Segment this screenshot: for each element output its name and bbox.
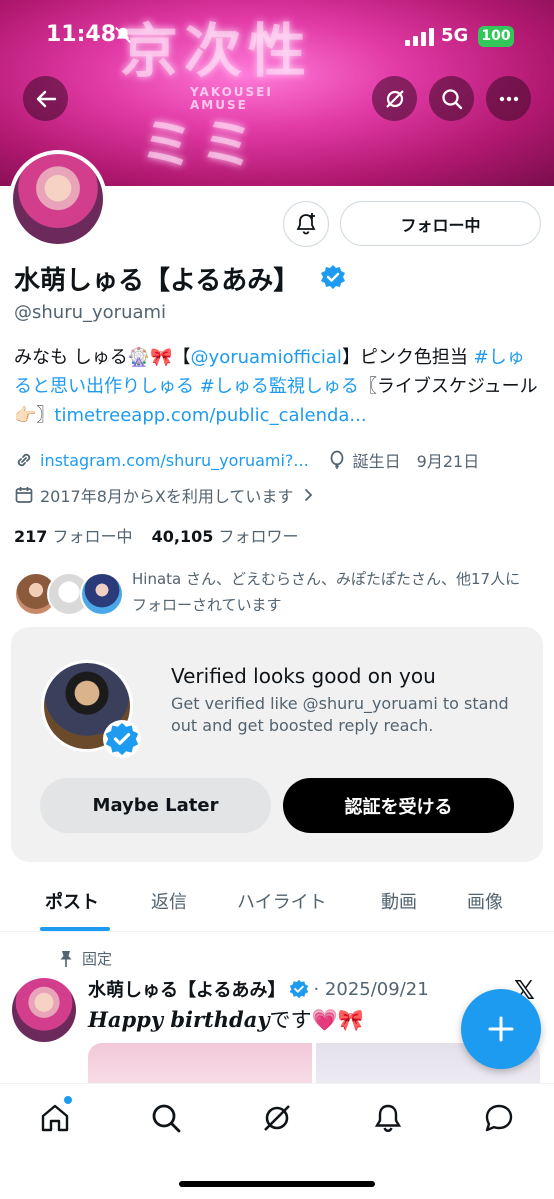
back-button[interactable] [23,76,68,121]
tweet-date: · 2025/09/21 [313,978,429,1000]
arrow-left-icon [36,90,56,107]
bio-mention-link[interactable]: @yoruamiofficial [191,347,342,368]
notification-dot [64,1096,72,1104]
search-icon[interactable] [149,1101,183,1135]
more-dots-icon [499,96,518,101]
following-link[interactable]: 217 フォロー中 [14,527,133,546]
profile-handle: @shuru_yoruami [14,302,167,323]
pinned-label-row: 固定 [58,948,112,969]
tab-videos[interactable]: 動画 [381,888,417,914]
tab-media[interactable]: 画像 [467,888,503,914]
link-icon [17,453,31,467]
avatar [80,572,124,616]
grok-icon [385,89,404,108]
search-button[interactable] [429,76,474,121]
tweet-author[interactable]: 水萌しゅる【よるあみ】 [88,976,285,1002]
bell-slash-icon [115,27,131,43]
followed-by-text[interactable]: Hinata さん、どえむらさん、みぽたぽたさん、他17人にフォローされています [132,566,532,618]
bio-text: 】ピンク色担当 [341,347,474,368]
status-time: 11:48 [46,22,117,47]
battery-indicator: 100 [478,26,514,47]
verified-badge-icon [103,720,141,758]
profile-tabs: ポスト 返信 ハイライト 動画 画像 [0,876,554,932]
card-text: Get verified like @shuru_yoruami to stan… [171,694,509,735]
birthday-text: 誕生日 9月21日 [352,452,480,471]
profile-name: 水萌しゅる【よるあみ】 [14,266,300,296]
pinned-label: 固定 [82,950,113,968]
verified-promo-card: Verified looks good on you Get verified … [11,627,543,862]
profile-meta-row: instagram.com/shuru_yoruami?... 誕生日 9月21… [14,448,479,472]
tab-highlights[interactable]: ハイライト [237,888,327,914]
bell-icon[interactable] [371,1101,405,1135]
active-tab-indicator [40,927,110,931]
bottom-nav [0,1083,554,1199]
more-button[interactable] [486,76,531,121]
banner-neon-bottom: ミミ [140,113,260,176]
followers-count: 40,105 [151,527,214,546]
grok-icon[interactable] [260,1101,294,1135]
following-count: 217 [14,527,48,546]
home-indicator [179,1181,375,1187]
compose-button[interactable] [461,989,541,1069]
calendar-icon [15,487,33,503]
bio-hashtag-link[interactable]: #しゅる監視しゅる [200,376,359,397]
bio-text: みなも しゅる🎡🎀【 [14,347,191,368]
followers-you-know-avatars[interactable] [14,572,124,620]
grok-button[interactable] [372,76,417,121]
following-label: フォロー中 [52,527,133,546]
joined-row[interactable]: 2017年8月からXを利用しています [14,483,317,507]
tweet-text-rest: です💗🎀 [269,1008,364,1032]
verified-badge-icon [321,265,345,289]
avatar [13,154,103,244]
notifications-button[interactable] [283,201,329,247]
chevron-right-icon [305,489,313,501]
tweet-image[interactable] [88,1043,312,1083]
avatar[interactable] [12,978,76,1042]
pin-icon [60,950,72,967]
tab-replies[interactable]: 返信 [151,888,187,914]
tweet-text: Happy birthdayです💗🎀 [88,1004,364,1034]
bio-url-link[interactable]: timetreeapp.com/public_calenda... [54,405,366,426]
plus-icon [488,1016,514,1042]
network-type: 5G [441,25,469,46]
following-button[interactable]: フォロー中 [340,201,541,246]
tab-posts[interactable]: ポスト [45,888,99,914]
messages-icon[interactable] [482,1101,516,1135]
home-icon[interactable] [38,1101,72,1135]
follow-counts: 217 フォロー中 40,105 フォロワー [14,523,298,547]
tweet-header: 水萌しゅる【よるあみ】 · 2025/09/21 [88,976,429,1002]
tweet-text-styled: Happy birthday [88,1007,270,1032]
website-link[interactable]: instagram.com/shuru_yoruami?... [40,451,309,470]
followers-link[interactable]: 40,105 フォロワー [152,527,299,546]
followers-label: フォロワー [218,527,299,546]
verified-badge-icon [290,979,309,999]
get-verified-button[interactable]: 認証を受ける [283,778,514,833]
joined-text: 2017年8月からXを利用しています [40,487,294,506]
status-bar: 11:48 5G 100 [0,0,554,70]
bell-plus-icon [296,213,316,235]
balloon-icon [330,450,344,469]
profile-avatar[interactable] [9,150,107,248]
card-title: Verified looks good on you [171,664,436,688]
signal-icon [405,28,434,46]
search-icon [441,88,462,109]
profile-bio: みなも しゅる🎡🎀【@yoruamiofficial】ピンク色担当 #しゅると思… [14,343,540,430]
maybe-later-button[interactable]: Maybe Later [40,778,271,833]
